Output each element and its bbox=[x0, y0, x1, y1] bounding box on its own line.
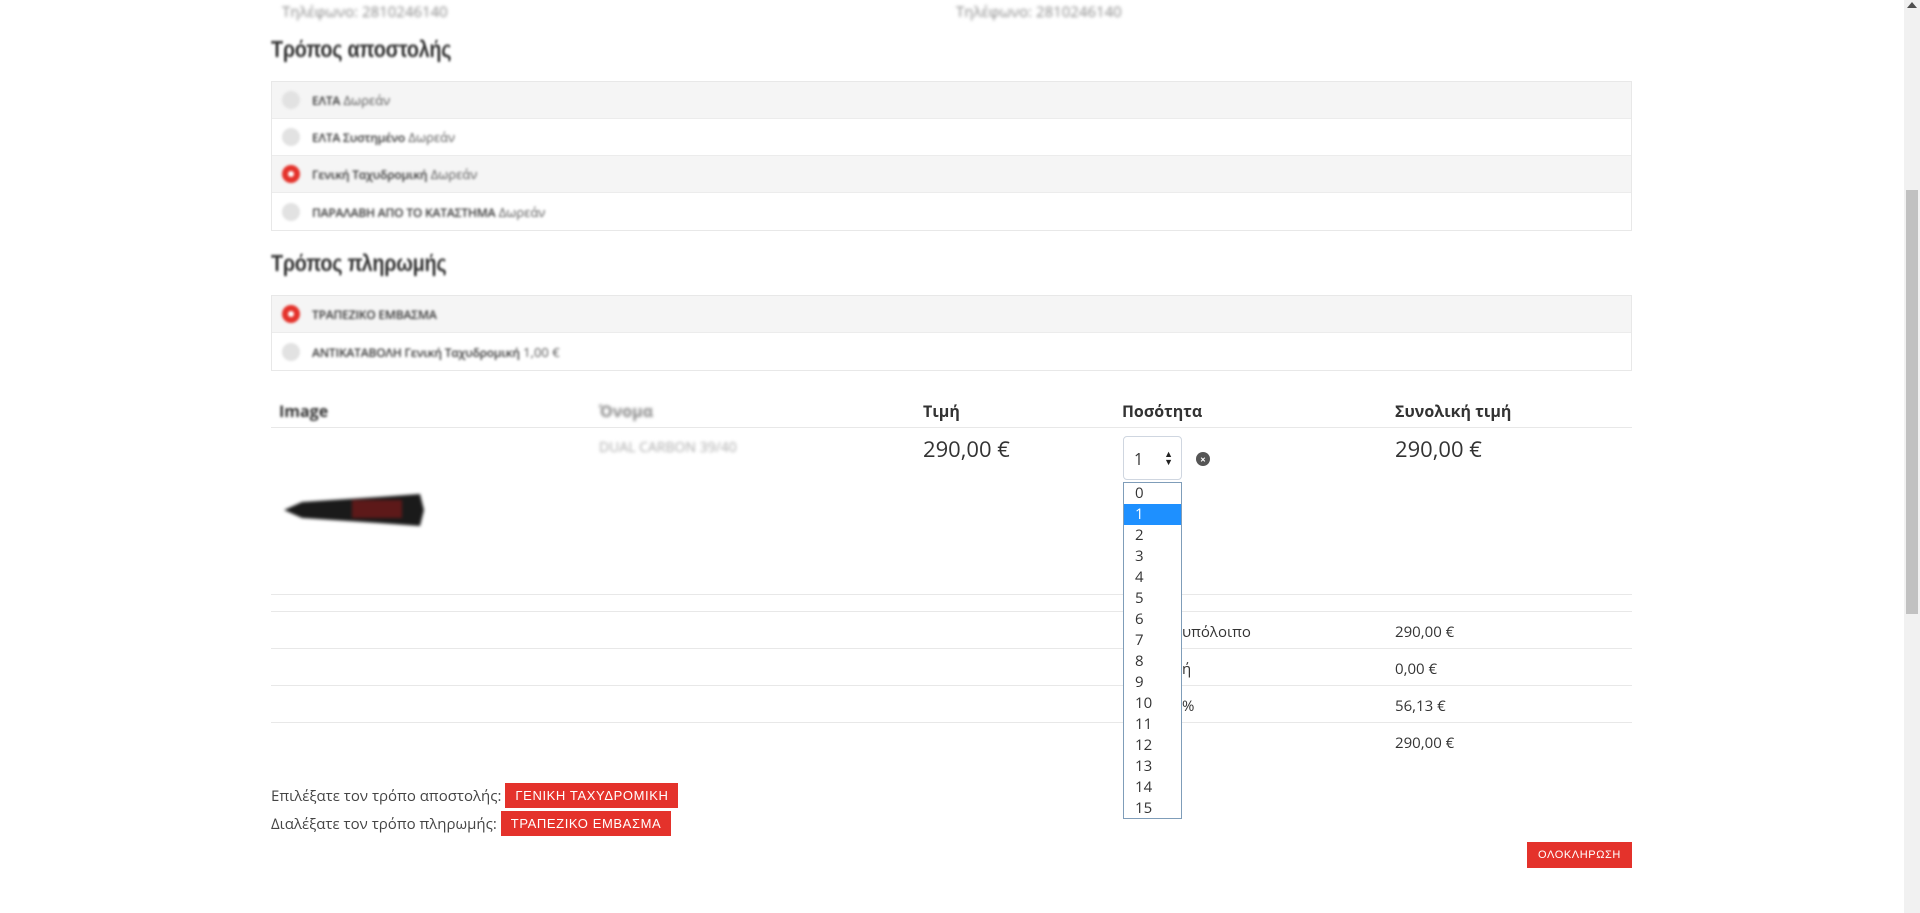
quantity-select[interactable]: 1 ▲ ▼ bbox=[1123, 436, 1182, 480]
dropdown-option[interactable]: 10 bbox=[1124, 693, 1181, 714]
dropdown-option[interactable]: 4 bbox=[1124, 567, 1181, 588]
remove-item-icon[interactable]: × bbox=[1196, 452, 1210, 466]
dropdown-option[interactable]: 0 bbox=[1124, 483, 1181, 504]
shipping-cost-value: 0,00 € bbox=[1395, 659, 1438, 679]
dropdown-option[interactable]: 5 bbox=[1124, 588, 1181, 609]
scrollbar-thumb[interactable] bbox=[1906, 190, 1918, 614]
billing-phone: Τηλέφωνο: 2810246140 bbox=[282, 2, 448, 22]
divider bbox=[271, 648, 1632, 649]
payment-option-bank-transfer[interactable]: ΤΡΑΠΕΖΙΚΟ ΕΜΒΑΣΜΑ bbox=[272, 296, 1631, 333]
shipping-choice-prompt: Επιλέξατε τον τρόπο αποστολής: bbox=[271, 785, 502, 806]
finish-order-button[interactable]: ΟΛΟΚΛΗΡΩΣΗ bbox=[1527, 842, 1632, 868]
payment-section-title: Τρόπος πληρωμής bbox=[271, 250, 447, 276]
shipping-section-title: Τρόπος αποστολής bbox=[271, 36, 452, 62]
product-image bbox=[284, 494, 424, 526]
subtotal-label: υπόλοιπο bbox=[1182, 622, 1251, 642]
divider bbox=[271, 427, 1632, 428]
subtotal-value: 290,00 € bbox=[1395, 622, 1455, 642]
dropdown-option-selected[interactable]: 1 bbox=[1124, 504, 1181, 525]
header-image: Image bbox=[279, 400, 329, 422]
dropdown-option[interactable]: 8 bbox=[1124, 651, 1181, 672]
radio-selected-icon[interactable] bbox=[282, 305, 300, 323]
dropdown-option[interactable]: 15 bbox=[1124, 798, 1181, 819]
header-total: Συνολική τιμή bbox=[1395, 400, 1512, 422]
shipping-option-store-pickup[interactable]: ΠΑΡΑΛΑΒΗ ΑΠΟ ΤΟ ΚΑΤΑΣΤΗΜΑ Δωρεάν bbox=[272, 193, 1631, 230]
header-price: Τιμή bbox=[923, 400, 960, 422]
vat-label: % bbox=[1182, 696, 1195, 716]
dropdown-option[interactable]: 2 bbox=[1124, 525, 1181, 546]
product-name[interactable]: DUAL CARBON 39/40 bbox=[599, 438, 737, 457]
divider bbox=[271, 685, 1632, 686]
radio-icon[interactable] bbox=[282, 202, 300, 221]
dropdown-option[interactable]: 14 bbox=[1124, 777, 1181, 798]
payment-choice-prompt: Διαλέξατε τον τρόπο πληρωμής: bbox=[271, 813, 497, 834]
shipping-option-geniki[interactable]: Γενική Ταχυδρομική Δωρεάν bbox=[272, 156, 1631, 193]
shipping-phone: Τηλέφωνο: 2810246140 bbox=[956, 2, 1122, 22]
shipping-option-elta-registered[interactable]: ΕΛΤΑ Συστημένο Δωρεάν bbox=[272, 119, 1631, 156]
scroll-up-arrow-icon[interactable] bbox=[1907, 2, 1917, 8]
header-quantity: Ποσότητα bbox=[1122, 400, 1203, 422]
quantity-dropdown-list[interactable]: 0 1 2 3 4 5 6 7 8 9 10 11 12 13 14 15 bbox=[1123, 482, 1182, 819]
shipping-choice-line: Επιλέξατε τον τρόπο αποστολής: ΓΕΝΙΚΗ ΤΑ… bbox=[271, 783, 679, 808]
dropdown-option[interactable]: 7 bbox=[1124, 630, 1181, 651]
dropdown-option[interactable]: 6 bbox=[1124, 609, 1181, 630]
dropdown-option[interactable]: 13 bbox=[1124, 756, 1181, 777]
divider bbox=[271, 611, 1632, 612]
payment-choice-line: Διαλέξατε τον τρόπο πληρωμής: ΤΡΑΠΕΖΙΚΟ … bbox=[271, 811, 672, 836]
product-price: 290,00 € bbox=[923, 434, 1010, 464]
shipping-options: ΕΛΤΑ Δωρεάν ΕΛΤΑ Συστημένο Δωρεάν Γενική… bbox=[271, 81, 1632, 231]
header-name: Όνομα bbox=[599, 400, 654, 422]
dropdown-option[interactable]: 9 bbox=[1124, 672, 1181, 693]
payment-option-cod[interactable]: ΑΝΤΙΚΑΤΑΒΟΛΗ Γενική Ταχυδρομική 1,00 € bbox=[272, 333, 1631, 370]
dropdown-option[interactable]: 12 bbox=[1124, 735, 1181, 756]
shipping-option-elta[interactable]: ΕΛΤΑ Δωρεάν bbox=[272, 82, 1631, 119]
dropdown-option[interactable]: 3 bbox=[1124, 546, 1181, 567]
divider bbox=[271, 722, 1632, 723]
grand-total-value: 290,00 € bbox=[1395, 733, 1455, 753]
shipping-cost-label: ή bbox=[1182, 659, 1192, 679]
shipping-choice-button[interactable]: ΓΕΝΙΚΗ ΤΑΧΥΔΡΟΜΙΚΗ bbox=[505, 783, 679, 808]
radio-icon[interactable] bbox=[282, 342, 300, 361]
product-total: 290,00 € bbox=[1395, 434, 1482, 464]
dropdown-option[interactable]: 11 bbox=[1124, 714, 1181, 735]
select-arrows-icon: ▲ ▼ bbox=[1164, 447, 1173, 468]
vat-value: 56,13 € bbox=[1395, 696, 1446, 716]
payment-choice-button[interactable]: ΤΡΑΠΕΖΙΚΟ ΕΜΒΑΣΜΑ bbox=[500, 811, 672, 836]
radio-icon[interactable] bbox=[282, 128, 300, 146]
radio-selected-icon[interactable] bbox=[282, 165, 300, 183]
radio-icon[interactable] bbox=[282, 91, 300, 109]
payment-options: ΤΡΑΠΕΖΙΚΟ ΕΜΒΑΣΜΑ ΑΝΤΙΚΑΤΑΒΟΛΗ Γενική Τα… bbox=[271, 295, 1632, 371]
divider bbox=[271, 594, 1632, 595]
